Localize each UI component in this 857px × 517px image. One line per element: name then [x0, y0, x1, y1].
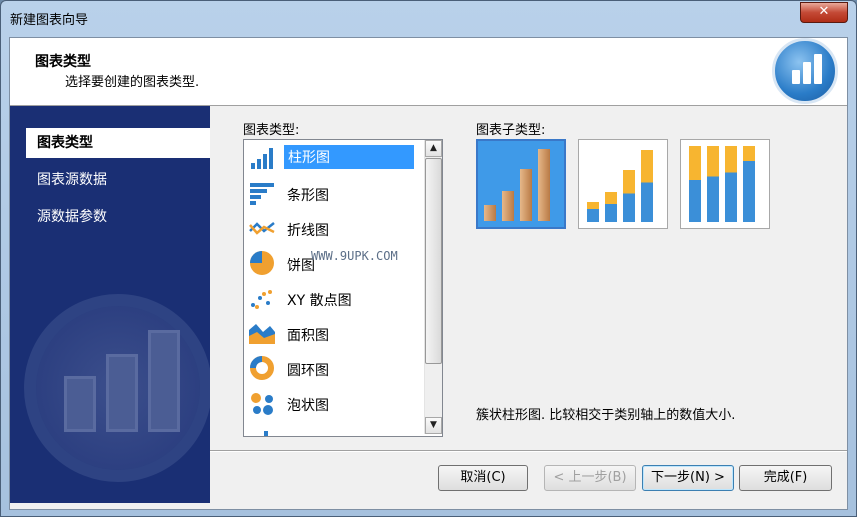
list-item-bubble[interactable]: 泡状图 — [244, 386, 420, 420]
stock-chart-icon — [264, 431, 268, 436]
scroll-up-button[interactable]: ▲ — [425, 140, 442, 157]
page-title: 图表类型 — [35, 54, 91, 70]
list-item-label: 柱形图 — [284, 145, 414, 169]
sidebar-item-data-params[interactable]: 源数据参数 — [10, 202, 210, 232]
back-button[interactable]: < 上一步(B) — [544, 465, 636, 491]
bubble-chart-icon — [251, 393, 273, 415]
subtype-description: 簇状柱形图. 比较相交于类别轴上的数值大小. — [476, 408, 736, 423]
list-item-bar[interactable]: 条形图 — [244, 176, 420, 210]
chart-subtype-label: 图表子类型: — [476, 123, 546, 138]
chart-logo-icon — [772, 38, 838, 104]
title-bar: 新建图表向导 ✕ — [1, 1, 856, 35]
cancel-button[interactable]: 取消(C) — [438, 465, 528, 491]
wizard-window: 新建图表向导 ✕ 图表类型 选择要创建的图表类型. 图表类型 图表源数据 源数据… — [0, 0, 857, 517]
list-item-doughnut[interactable]: 圆环图 — [244, 351, 420, 385]
finish-button[interactable]: 完成(F) — [739, 465, 832, 491]
column-chart-icon — [251, 148, 273, 169]
doughnut-chart-icon — [250, 356, 274, 380]
list-item-line[interactable]: 折线图 — [244, 211, 420, 245]
wizard-sidebar: 图表类型 图表源数据 源数据参数 — [10, 106, 210, 503]
subtype-100-stacked-column[interactable] — [680, 139, 770, 229]
chart-type-label: 图表类型: — [243, 123, 300, 138]
scroll-down-button[interactable]: ▼ — [425, 417, 442, 434]
pie-chart-icon — [250, 251, 274, 275]
list-item-label: 面积图 — [287, 328, 329, 344]
sidebar-watermark-chart-icon — [24, 294, 210, 482]
list-item-label: 条形图 — [287, 188, 329, 204]
next-button[interactable]: 下一步(N) > — [642, 465, 734, 491]
page-subtitle: 选择要创建的图表类型. — [65, 75, 200, 90]
list-item-column[interactable]: 柱形图 — [244, 141, 420, 175]
sidebar-item-chart-type[interactable]: 图表类型 — [26, 128, 210, 158]
watermark-text: WWW.9UPK.COM — [311, 249, 398, 263]
area-chart-icon — [249, 324, 275, 344]
line-chart-icon — [249, 222, 275, 235]
footer-divider — [210, 450, 847, 451]
list-item-scatter[interactable]: XY 散点图 — [244, 281, 420, 315]
bar-chart-icon — [250, 183, 274, 205]
subtype-stacked-column[interactable] — [578, 139, 668, 229]
window-title: 新建图表向导 — [10, 13, 89, 28]
close-button[interactable]: ✕ — [800, 2, 848, 23]
list-item-label: 折线图 — [287, 223, 329, 239]
scroll-thumb[interactable] — [425, 158, 442, 364]
chart-type-list[interactable]: 柱形图 条形图 折线图 饼图 XY 散点图 面积图 圆环图 泡状图 ▲ ▼ — [243, 139, 443, 437]
list-item-area[interactable]: 面积图 — [244, 316, 420, 350]
list-item-partial — [244, 421, 420, 436]
dialog-client: 图表类型 选择要创建的图表类型. 图表类型 图表源数据 源数据参数 图表类型: … — [9, 37, 848, 510]
list-item-label: 圆环图 — [287, 363, 329, 379]
wizard-header: 图表类型 选择要创建的图表类型. — [10, 38, 847, 106]
sidebar-item-source-data[interactable]: 图表源数据 — [10, 165, 210, 195]
list-item-label: XY 散点图 — [287, 293, 352, 309]
list-item-label: 泡状图 — [287, 398, 329, 414]
list-scrollbar[interactable]: ▲ ▼ — [424, 140, 442, 434]
subtype-clustered-column[interactable] — [476, 139, 566, 229]
scatter-chart-icon — [251, 290, 272, 309]
